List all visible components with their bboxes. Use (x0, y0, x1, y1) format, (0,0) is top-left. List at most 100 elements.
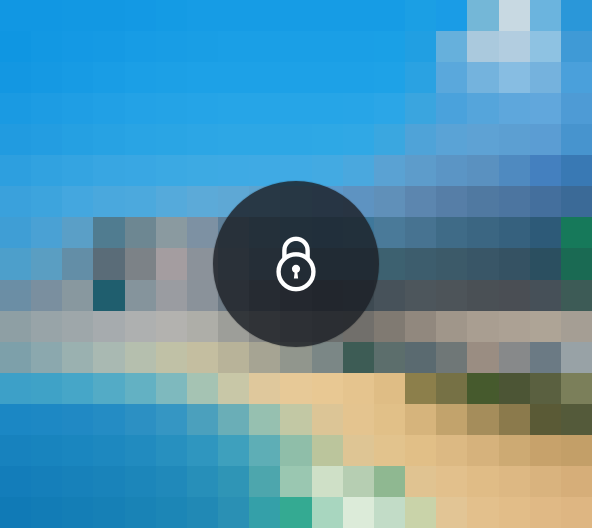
pixel-tile (0, 403, 32, 435)
pixel-tile (280, 0, 312, 32)
pixel-tile (405, 124, 437, 156)
pixel-tile (0, 372, 32, 404)
pixel-tile (311, 93, 343, 125)
pixel-tile (218, 465, 250, 497)
pixel-tile (373, 31, 406, 63)
pixel-tile (405, 434, 437, 466)
pixel-tile (0, 124, 32, 156)
pixel-tile (560, 217, 592, 249)
pixel-tile (373, 341, 406, 373)
pixel-tile (498, 310, 530, 342)
pixel-tile (405, 248, 437, 280)
pixel-tile (498, 217, 530, 249)
pixel-tile (249, 465, 281, 497)
pixel-tile (560, 186, 592, 218)
pixel-tile (249, 62, 281, 94)
pixel-tile (155, 186, 187, 218)
pixel-tile (186, 155, 219, 187)
pixel-tile (31, 217, 63, 249)
pixel-tile (498, 62, 530, 94)
pixel-tile (0, 496, 32, 528)
pixel-tile (218, 341, 250, 373)
pixel-tile (218, 93, 250, 125)
pixel-tile (529, 465, 561, 497)
pixel-tile (155, 372, 187, 404)
pixel-tile (498, 279, 530, 311)
pixel-tile (405, 496, 437, 528)
pixel-tile (467, 0, 499, 32)
pixel-tile (498, 434, 530, 466)
pixel-tile (436, 279, 468, 311)
pixel-tile (498, 155, 530, 187)
pixel-tile (93, 465, 125, 497)
pixel-tile (436, 341, 468, 373)
pixel-tile (498, 31, 530, 63)
pixel-tile (124, 62, 156, 94)
pixel-tile (31, 124, 63, 156)
pixel-tile (93, 372, 125, 404)
pixel-tile (31, 310, 63, 342)
pixel-tile (342, 434, 374, 466)
pixel-tile (155, 62, 187, 94)
pixel-tile (498, 496, 530, 528)
pixel-tile (498, 0, 530, 32)
pixel-tile (342, 465, 374, 497)
pixel-tile (342, 403, 374, 435)
pixel-tile (373, 310, 406, 342)
pixel-tile (249, 155, 281, 187)
pixel-tile (249, 496, 281, 528)
pixel-tile (218, 403, 250, 435)
pixel-tile (405, 279, 437, 311)
pixel-tile (529, 0, 561, 32)
pixel-tile (31, 0, 63, 32)
pixel-tile (155, 341, 187, 373)
pixel-tile (436, 217, 468, 249)
pixel-tile (0, 62, 32, 94)
pixel-tile (0, 186, 32, 218)
pixel-tile (31, 341, 63, 373)
pixel-tile (62, 155, 94, 187)
pixel-tile (560, 465, 592, 497)
pixel-tile (436, 124, 468, 156)
pixel-tile (405, 372, 437, 404)
pixel-tile (560, 279, 592, 311)
pixel-tile (373, 434, 406, 466)
pixel-tile (124, 217, 156, 249)
pixel-tile (529, 372, 561, 404)
pixel-tile (467, 310, 499, 342)
pixel-tile (529, 155, 561, 187)
pixel-tile (124, 93, 156, 125)
pixel-tile (405, 62, 437, 94)
pixel-tile (405, 465, 437, 497)
pixel-tile (186, 93, 219, 125)
pixel-tile (62, 372, 94, 404)
unlock-button[interactable] (213, 181, 379, 347)
pixel-tile (467, 186, 499, 218)
pixel-tile (124, 155, 156, 187)
pixel-tile (560, 341, 592, 373)
pixel-tile (31, 434, 63, 466)
pixel-tile (436, 372, 468, 404)
pixel-tile (560, 248, 592, 280)
pixel-tile (405, 31, 437, 63)
pixel-tile (124, 186, 156, 218)
pixel-tile (342, 62, 374, 94)
pixel-tile (155, 155, 187, 187)
pixel-tile (62, 465, 94, 497)
pixel-tile (498, 124, 530, 156)
pixel-tile (186, 372, 219, 404)
pixel-tile (373, 465, 406, 497)
pixel-tile (560, 310, 592, 342)
pixel-tile (249, 434, 281, 466)
pixel-tile (62, 124, 94, 156)
pixel-tile (373, 0, 406, 32)
pixel-tile (93, 186, 125, 218)
pixel-tile (249, 124, 281, 156)
pixel-tile (249, 93, 281, 125)
pixel-tile (311, 372, 343, 404)
pixel-tile (93, 62, 125, 94)
pixel-tile (249, 0, 281, 32)
pixel-tile (342, 31, 374, 63)
pixel-tile (218, 62, 250, 94)
pixel-tile (249, 372, 281, 404)
